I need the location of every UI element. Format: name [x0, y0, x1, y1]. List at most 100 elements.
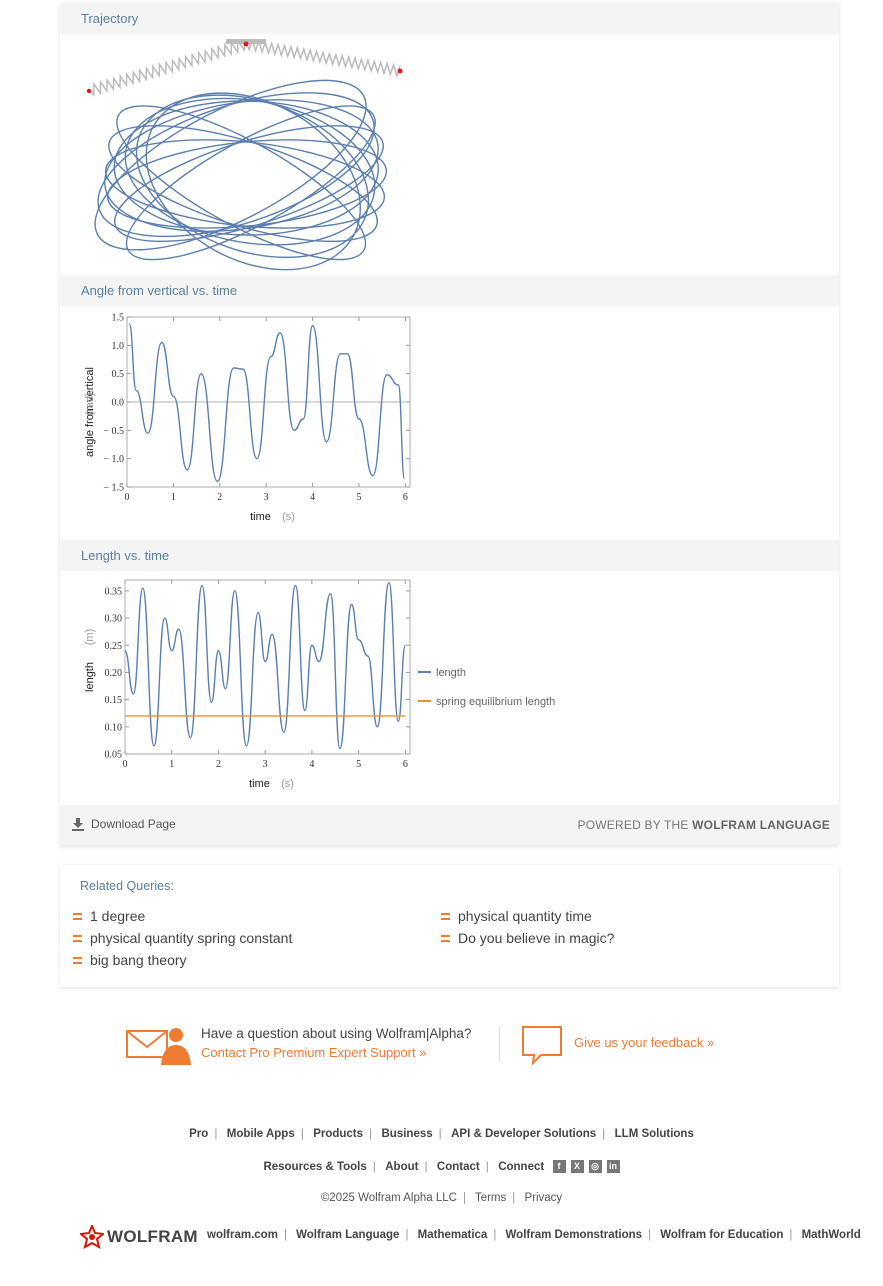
powered-brand: WOLFRAM LANGUAGE — [692, 818, 830, 832]
separator: | — [789, 1229, 793, 1241]
x-tick-label: 5 — [356, 759, 361, 770]
footer-links-row-3: ©2025 Wolfram Alpha LLC | Terms | Privacy — [0, 1192, 883, 1204]
facebook-icon[interactable]: f — [552, 1160, 566, 1174]
related-query[interactable]: 1 degree — [73, 908, 145, 924]
related-query[interactable]: Do you believe in magic? — [441, 930, 614, 946]
related-title: Related Queries: — [80, 879, 174, 893]
x-tick-label: 4 — [309, 759, 314, 770]
copyright: ©2025 Wolfram Alpha LLC — [320, 1192, 457, 1204]
y-tick-label: − 1.0 — [103, 454, 124, 465]
series-line — [128, 323, 406, 483]
y-tick-label: − 1.5 — [103, 483, 124, 494]
equals-icon — [73, 934, 82, 942]
y-tick-label: 0.35 — [105, 586, 123, 597]
footer-link[interactable]: LLM Solutions — [615, 1128, 694, 1140]
footer-links-row-1: Pro | Mobile Apps | Products | Business | AP… — [0, 1126, 883, 1140]
related-query[interactable]: physical quantity spring constant — [73, 930, 292, 946]
separator: | — [372, 1159, 376, 1173]
pod-header-length: Length vs. time — [60, 540, 839, 571]
trajectory-loop — [104, 99, 379, 233]
x-tick-label: 1 — [169, 759, 174, 770]
contact-support-link[interactable]: Contact Pro Premium Expert Support » — [201, 1045, 426, 1060]
y-axis-label: length — [84, 662, 96, 692]
related-query-label: big bang theory — [90, 952, 187, 968]
footer-link[interactable]: Mobile Apps — [227, 1128, 295, 1140]
y-tick-label: 0.0 — [112, 398, 125, 409]
footer-link[interactable]: Contact — [437, 1161, 480, 1173]
x-axis-unit: (s) — [281, 778, 294, 790]
equals-icon — [73, 912, 82, 920]
x-tick-label: 0 — [123, 759, 128, 770]
x-tick-label: 5 — [356, 492, 361, 503]
footer-link[interactable]: Wolfram Demonstrations — [506, 1229, 643, 1241]
x-axis-label: time — [249, 778, 270, 790]
footer-link[interactable]: Connect — [498, 1161, 544, 1173]
equals-icon — [441, 912, 450, 920]
separator: | — [462, 1192, 466, 1204]
y-tick-label: 0.25 — [105, 641, 123, 652]
privacy-link[interactable]: Privacy — [524, 1192, 562, 1204]
x-tick-label: 3 — [263, 759, 268, 770]
x-tick-label: 3 — [264, 492, 269, 503]
footer-link[interactable]: MathWorld — [802, 1229, 861, 1241]
y-tick-label: 1.5 — [112, 313, 125, 324]
trajectory-pod-body — [60, 34, 839, 275]
wolfram-spikey-icon — [80, 1225, 104, 1249]
x-tick-label: 2 — [216, 759, 221, 770]
y-axis-unit: (m) — [84, 629, 96, 646]
y-tick-label: 0.5 — [112, 369, 125, 380]
trajectory-plot — [86, 37, 403, 271]
linkedin-icon[interactable]: in — [606, 1160, 620, 1174]
x-tick-label: 6 — [403, 759, 408, 770]
footer-link[interactable]: API & Developer Solutions — [451, 1128, 596, 1140]
mass-point — [397, 68, 403, 74]
trajectory-loop — [113, 100, 379, 236]
terms-link[interactable]: Terms — [475, 1192, 506, 1204]
feedback-link[interactable]: Give us your feedback » — [574, 1035, 714, 1050]
footer-link[interactable]: Wolfram for Education — [660, 1229, 783, 1241]
related-query-label: physical quantity spring constant — [90, 930, 293, 946]
footer-links-row-4: wolfram.com | Wolfram Language | Mathemati… — [207, 1229, 861, 1241]
footer-link[interactable]: Wolfram Language — [296, 1229, 399, 1241]
x-tick-label: 0 — [125, 492, 130, 503]
y-axis-label-group: angle from vertical(rad) — [84, 367, 96, 457]
plot-frame — [124, 579, 411, 755]
download-page-button[interactable]: Download Page — [71, 817, 176, 831]
speech-bubble-icon — [522, 1026, 562, 1065]
related-query[interactable]: physical quantity time — [441, 908, 592, 924]
powered-prefix: POWERED BY THE — [577, 818, 693, 832]
x-icon[interactable]: X — [570, 1160, 584, 1174]
x-tick-label: 2 — [217, 492, 222, 503]
separator: | — [300, 1126, 304, 1140]
separator: | — [424, 1159, 428, 1173]
pod-header-angle: Angle from vertical vs. time — [60, 275, 839, 306]
footer-link[interactable]: Mathematica — [418, 1229, 488, 1241]
y-axis-unit: (rad) — [84, 392, 96, 415]
footer-links-row-2: Resources & Tools | About | Contact | Conne… — [0, 1159, 883, 1174]
x-tick-label: 4 — [310, 492, 315, 503]
footer-link[interactable]: wolfram.com — [207, 1229, 278, 1241]
help-divider — [499, 1026, 500, 1062]
footer-link[interactable]: Pro — [189, 1128, 208, 1140]
related-query-label: physical quantity time — [458, 908, 592, 924]
separator: | — [602, 1126, 606, 1140]
powered-by[interactable]: POWERED BY THE WOLFRAM LANGUAGE — [578, 818, 830, 832]
footer-link[interactable]: About — [385, 1161, 418, 1173]
legend-label: spring equilibrium length — [436, 696, 555, 708]
start-point — [86, 88, 92, 94]
y-axis-label-group: length (m) — [84, 629, 96, 692]
separator: | — [369, 1126, 373, 1140]
related-queries: Related Queries: 1 degree physical quant… — [60, 865, 839, 987]
wolfram-logo[interactable]: WOLFRAM — [80, 1225, 198, 1249]
footer-link[interactable]: Business — [382, 1128, 433, 1140]
x-axis-unit: (s) — [282, 511, 295, 523]
related-query[interactable]: big bang theory — [73, 952, 187, 968]
footer-link[interactable]: Products — [313, 1128, 363, 1140]
instagram-icon[interactable]: ◎ — [588, 1160, 602, 1174]
results-footer: Download Page POWERED BY THE WOLFRAM LAN… — [60, 805, 839, 845]
y-tick-label: 1.0 — [112, 341, 125, 352]
footer-link[interactable]: Resources & Tools — [263, 1161, 366, 1173]
download-label: Download Page — [91, 817, 176, 831]
pod-title-length: Length vs. time — [81, 548, 170, 563]
help-section: Have a question about using Wolfram|Alph… — [0, 1020, 883, 1070]
